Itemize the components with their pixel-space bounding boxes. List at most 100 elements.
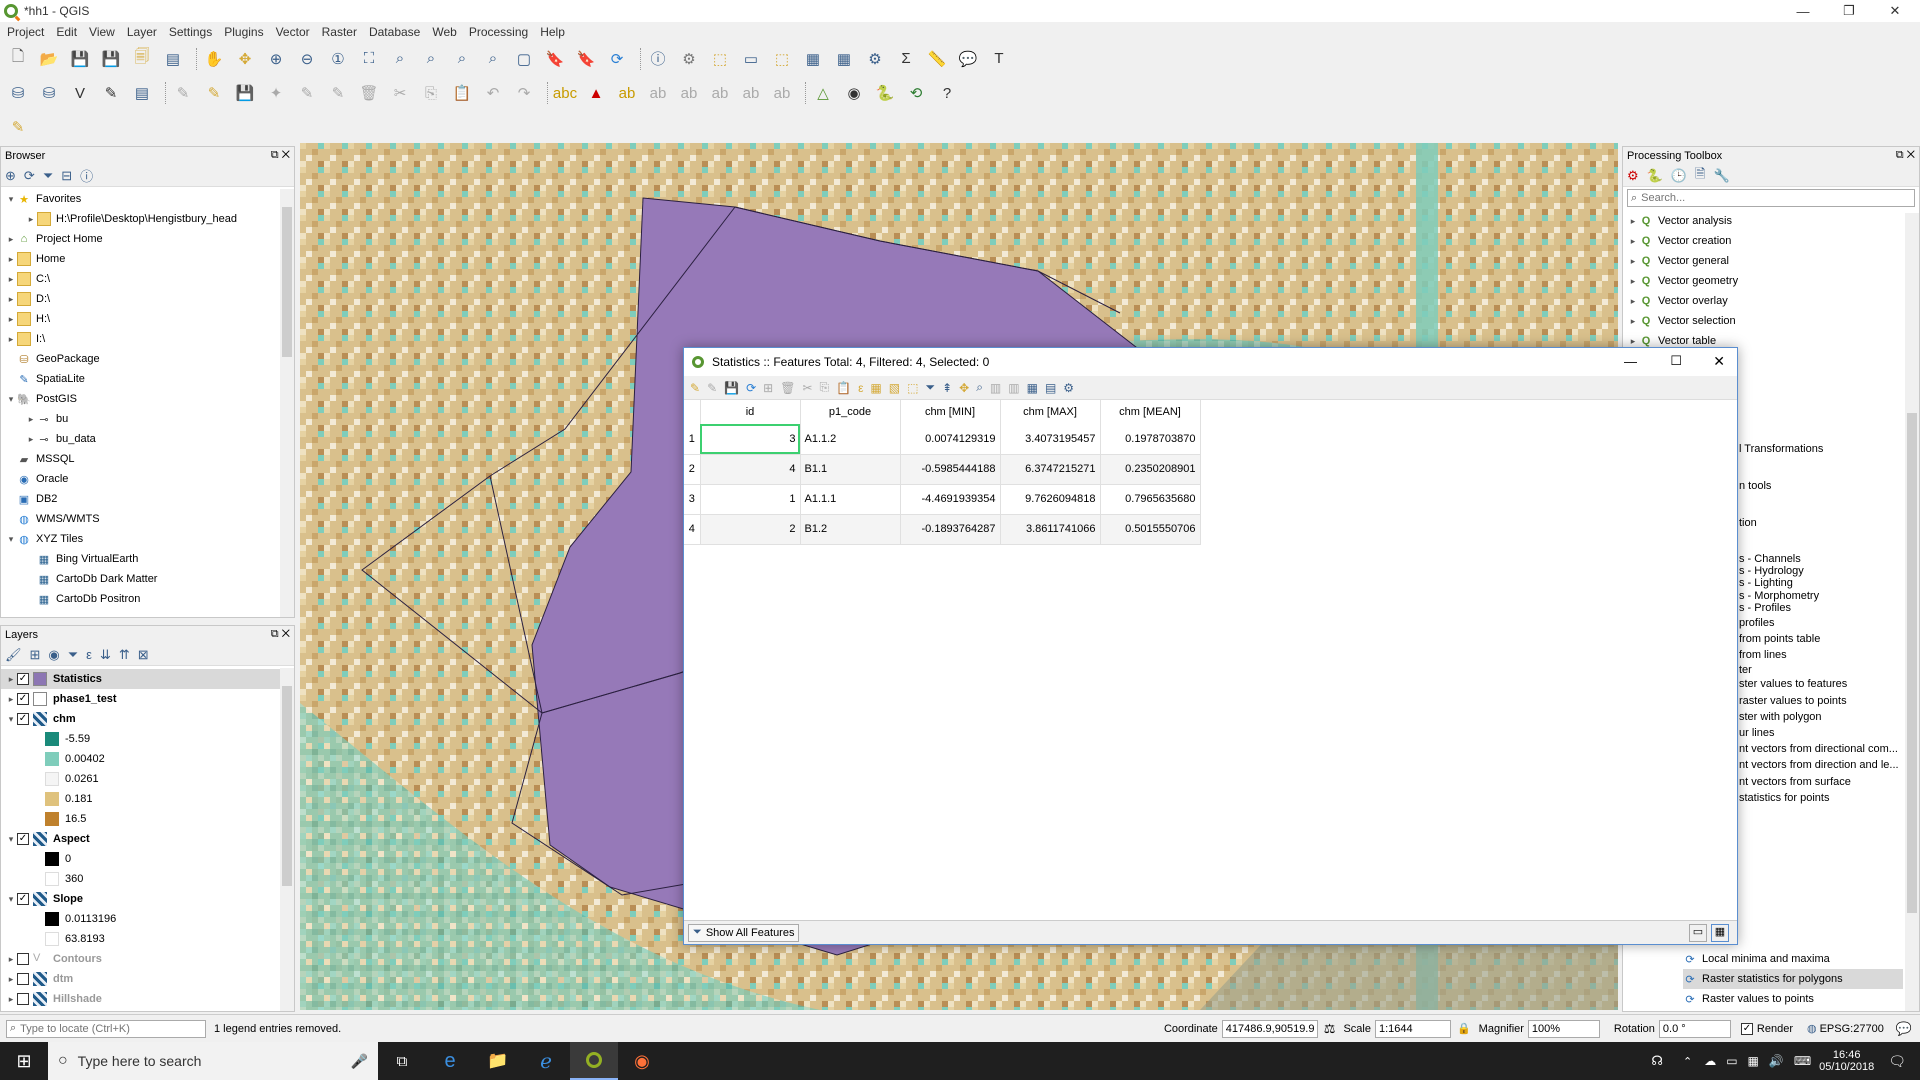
processing-toolbox-icon[interactable]: ⚙ [863,47,887,71]
layer-item[interactable]: ▸ ✓ Statistics [1,669,294,689]
firefox-icon[interactable]: ◉ [618,1051,666,1072]
dialog-minimize-button[interactable]: — [1624,354,1637,369]
redo-icon[interactable]: ↷ [512,81,536,105]
browser-item[interactable]: ⛁ GeoPackage [1,349,294,369]
expand-arrow-icon[interactable]: ▸ [1627,276,1639,287]
python-console-icon[interactable]: 🐍 [873,81,897,105]
column-header[interactable]: chm [MEAN] [1100,400,1201,424]
select-features-icon[interactable]: ⬚ [708,47,732,71]
conditional-formatting-icon[interactable]: ▤ [1045,381,1056,395]
row-header-corner[interactable] [684,400,701,424]
new-field-icon[interactable]: ▥ [990,381,1001,395]
browser-item[interactable]: ▦ CartoDb Dark Matter [1,569,294,589]
new-geopackage-icon[interactable]: ⛁ [37,81,61,105]
toolbox-partial-item[interactable]: ter [1739,664,1752,676]
filter-icon[interactable]: ⏷ [43,168,53,184]
internet-explorer-icon[interactable]: ℯ [522,1049,570,1074]
legend-item[interactable]: 63.8193 [1,929,294,949]
toolbox-partial-item[interactable]: nt vectors from surface [1739,776,1851,788]
invert-selection-icon[interactable]: ▧ [889,381,900,395]
lock-scale-icon[interactable]: 🔒 [1457,1022,1471,1035]
highlight-labels-icon[interactable]: ab [646,81,670,105]
identify-icon[interactable]: ⓘ [646,47,670,71]
collapse-all-icon[interactable]: ⇈ [119,647,130,663]
text-annotation-icon[interactable]: T [987,47,1011,71]
menu-view[interactable]: View [89,25,115,39]
browser-item[interactable]: ▦ CartoDb Positron [1,589,294,609]
toggle-editing-icon[interactable]: ✎ [690,381,700,395]
expand-arrow-icon[interactable]: ▸ [5,974,17,985]
crs-label[interactable]: EPSG:27700 [1820,1023,1884,1035]
expand-arrow-icon[interactable]: ▾ [5,394,17,405]
filter-select-icon[interactable]: ⏷ [925,380,935,395]
toolbox-partial-item[interactable]: s - Lighting [1739,577,1793,589]
layer-item[interactable]: ▾ ✓ chm [1,709,294,729]
toolbox-partial-item[interactable]: n tools [1739,480,1771,492]
info-icon[interactable]: ⓘ [80,166,93,185]
save-as-icon[interactable]: 💾 [99,47,123,71]
delete-selected-icon[interactable]: 🗑 [357,81,381,105]
layers-scrollbar[interactable] [280,668,294,1011]
toolbox-search-input[interactable] [1641,192,1872,204]
menu-project[interactable]: Project [7,25,44,39]
menu-database[interactable]: Database [369,25,420,39]
toolbox-scroll-thumb[interactable] [1907,413,1917,913]
undo-icon[interactable]: ↶ [481,81,505,105]
expand-arrow-icon[interactable]: ▸ [1627,336,1639,347]
add-group-icon[interactable]: ⊞ [30,647,41,663]
expand-arrow-icon[interactable]: ▸ [25,414,37,425]
expand-arrow-icon[interactable]: ▸ [1627,236,1639,247]
volume-icon[interactable]: 🔊 [1769,1054,1784,1068]
dialog-maximize-button[interactable]: ☐ [1670,353,1682,369]
menu-processing[interactable]: Processing [469,25,528,39]
legend-item[interactable]: 0 [1,849,294,869]
menu-settings[interactable]: Settings [169,25,212,39]
table-row[interactable]: 3 1 A1.1.1 -4.4691939354 9.7626094818 0.79656… [684,484,1201,515]
task-view-icon[interactable]: ⧉ [378,1053,426,1070]
panel-float-close-icons[interactable]: ⧉ ✕ [271,149,290,162]
toolbox-partial-item[interactable]: l Transformations [1739,443,1823,455]
map-tips-icon[interactable]: 💬 [956,47,980,71]
layer-visibility-checkbox[interactable]: ✓ [17,693,29,705]
expand-all-icon[interactable]: ⇊ [100,647,111,663]
layer-visibility-checkbox[interactable]: ✓ [17,893,29,905]
table-cell[interactable]: 3 [700,424,801,455]
table-cell[interactable]: A1.1.2 [800,424,901,455]
move-selection-top-icon[interactable]: ⇞ [942,381,952,395]
network-icon[interactable]: ▦ [1748,1054,1759,1068]
toolbox-search[interactable]: ⌕ [1627,189,1915,207]
toolbox-partial-item[interactable]: nt vectors from direction and le... [1739,759,1899,771]
georeferencer-icon[interactable]: △ [811,81,835,105]
open-attribute-table-icon[interactable]: ▦ [801,47,825,71]
clock[interactable]: 16:46 05/10/2018 [1819,1049,1874,1073]
save-project-icon[interactable]: 💾 [68,47,92,71]
toolbox-group[interactable]: ▸ Q Vector analysis [1623,211,1919,231]
statistics-sum-icon[interactable]: Σ [894,47,918,71]
browser-item[interactable]: ▸ ⌂ Project Home [1,229,294,249]
microphone-icon[interactable]: 🎤 [351,1053,368,1070]
show-hide-labels-icon[interactable]: ab [677,81,701,105]
add-vector-layer-icon[interactable]: V [68,81,92,105]
browser-item[interactable]: ▣ DB2 [1,489,294,509]
field-calculator-icon[interactable]: ▦ [1027,381,1038,395]
column-header[interactable]: id [700,400,801,424]
toolbox-partial-item[interactable]: ster with polygon [1739,711,1822,723]
table-cell[interactable]: 6.3747215271 [1000,454,1101,485]
expand-arrow-icon[interactable]: ▸ [1627,296,1639,307]
gps-icon[interactable]: ◉ [842,81,866,105]
select-by-value-icon[interactable]: ▭ [739,47,763,71]
vertex-tool-icon[interactable]: ✎ [295,81,319,105]
toolbox-partial-item[interactable]: s - Hydrology [1739,565,1804,577]
edge-icon[interactable]: e [426,1050,474,1073]
menu-edit[interactable]: Edit [56,25,77,39]
layer-visibility-checkbox[interactable]: ✓ [17,833,29,845]
layer-visibility-checkbox[interactable]: ✓ [17,713,29,725]
style-manager-icon[interactable]: 🖌 [5,647,22,663]
toolbox-partial-item[interactable]: profiles [1739,617,1774,629]
table-cell[interactable]: 4 [700,454,801,485]
row-number[interactable]: 2 [684,454,701,485]
history-icon[interactable]: 🕒 [1671,168,1687,184]
toolbox-partial-item[interactable]: statistics for points [1739,792,1829,804]
expand-arrow-icon[interactable]: ▸ [25,214,37,225]
save-edits-icon[interactable]: 💾 [724,381,739,395]
